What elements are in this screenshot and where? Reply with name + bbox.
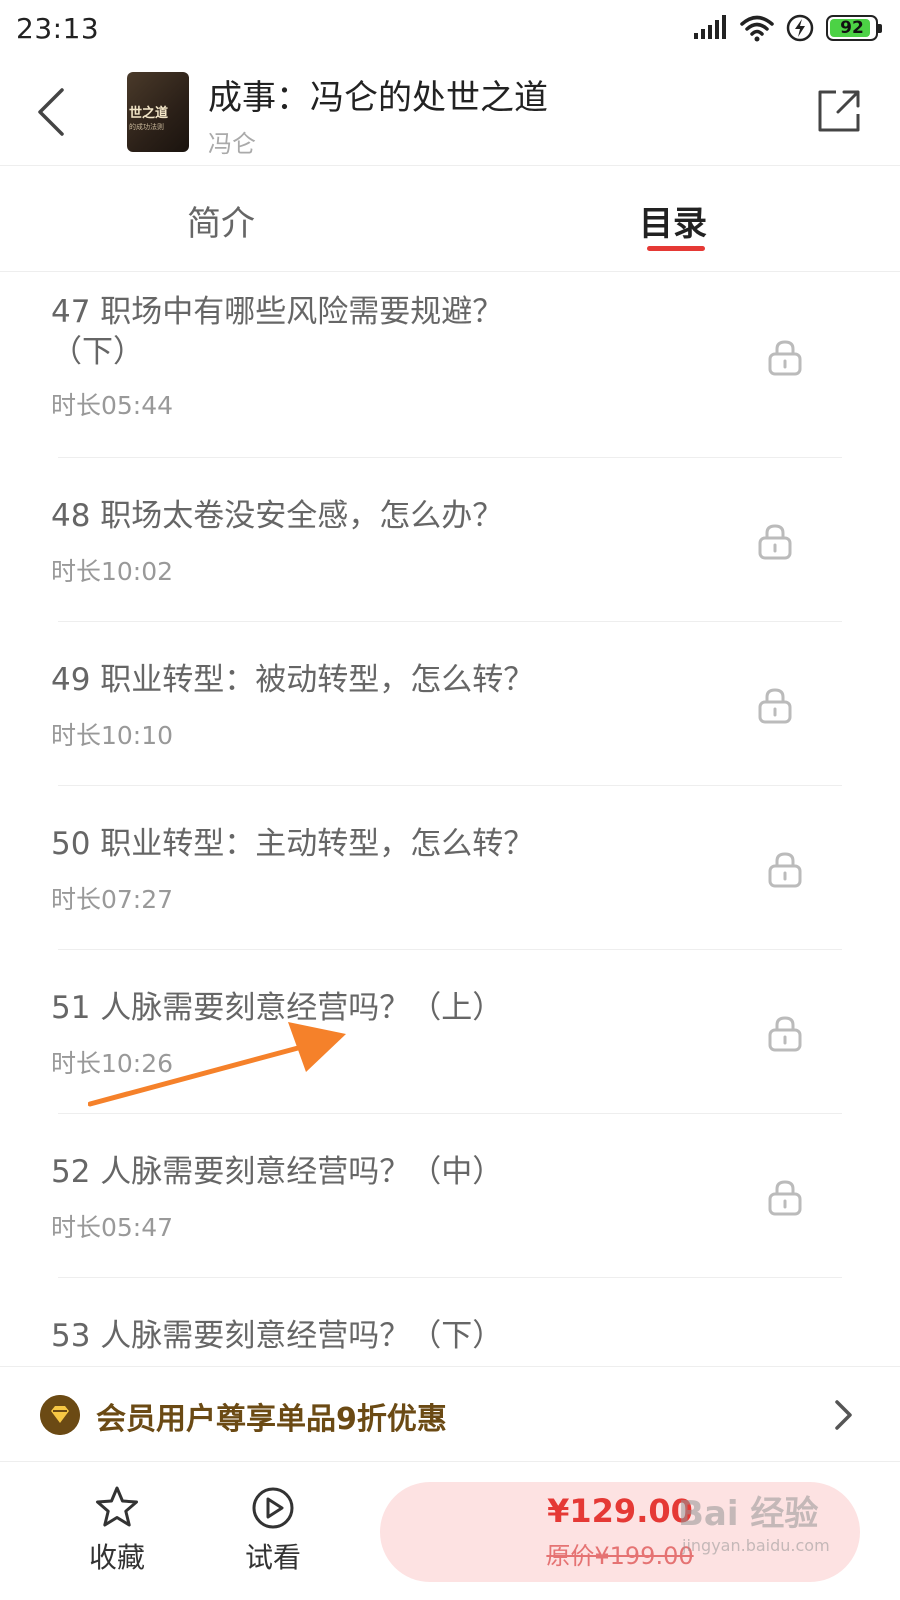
signal-icon: [694, 15, 726, 39]
chapter-item[interactable]: 50 职业转型：主动转型，怎么转？ 时长07:27: [0, 786, 900, 950]
book-author[interactable]: 冯仑: [208, 124, 256, 159]
chapter-title: 52 人脉需要刻意经营吗？（中）: [51, 1154, 504, 1190]
chapter-item[interactable]: 49 职业转型：被动转型，怎么转？ 时长10:10: [0, 622, 900, 786]
chapter-duration: 时长05:47: [51, 1213, 174, 1242]
favorite-button[interactable]: 收藏: [72, 1484, 162, 1584]
chevron-left-icon: [38, 88, 64, 136]
cover-text: 世之道: [129, 106, 169, 121]
lock-icon: [768, 1180, 802, 1216]
lock-icon: [768, 852, 802, 888]
chapter-duration: 时长10:02: [51, 557, 174, 586]
share-icon: [818, 90, 860, 132]
chapter-item[interactable]: 47 职场中有哪些风险需要规避？（下） 时长05:44: [0, 272, 900, 458]
chapter-item[interactable]: 52 人脉需要刻意经营吗？（中） 时长05:47: [0, 1114, 900, 1278]
status-time: 23:13: [16, 12, 100, 45]
chevron-right-icon: [835, 1400, 852, 1430]
trial-label: 试看: [244, 1541, 301, 1574]
member-discount-banner[interactable]: 会员用户尊享单品9折优惠: [0, 1366, 900, 1462]
book-title: 成事：冯仑的处世之道: [208, 78, 548, 118]
share-button[interactable]: [814, 86, 864, 136]
lock-icon: [768, 340, 802, 376]
chapter-duration: 时长10:26: [51, 1049, 174, 1078]
status-icons: 92: [694, 14, 882, 42]
star-icon: [96, 1486, 138, 1527]
status-bar: 23:13 92: [0, 0, 900, 62]
bottom-action-bar: 收藏 试看 ¥129.00 原价¥199.00: [0, 1462, 900, 1600]
promo-text: 会员用户尊享单品9折优惠: [96, 1402, 447, 1437]
price: ¥129.00: [547, 1492, 693, 1530]
chapter-duration: 时长07:27: [51, 885, 174, 914]
diamond-icon: [40, 1395, 80, 1435]
battery-level: 92: [840, 18, 864, 38]
chapter-item[interactable]: 53 人脉需要刻意经营吗？（下）: [0, 1278, 900, 1366]
chapter-duration: 时长05:44: [51, 391, 174, 420]
chapter-item[interactable]: 48 职场太卷没安全感，怎么办？ 时长10:02: [0, 458, 900, 622]
wifi-icon: [740, 15, 774, 42]
book-header: 世之道 的成功法则 成事：冯仑的处世之道 冯仑: [0, 62, 900, 166]
lock-icon: [768, 1016, 802, 1052]
book-cover[interactable]: 世之道 的成功法则: [127, 72, 189, 152]
chapter-title: 53 人脉需要刻意经营吗？（下）: [51, 1318, 504, 1354]
buy-button[interactable]: ¥129.00 原价¥199.00: [380, 1482, 860, 1582]
chapter-title: 47 职场中有哪些风险需要规避？（下）: [51, 294, 504, 370]
lock-icon: [758, 688, 792, 724]
chapter-item[interactable]: 51 人脉需要刻意经营吗？（上） 时长10:26: [0, 950, 900, 1114]
play-icon: [252, 1487, 294, 1529]
active-tab-indicator: [647, 246, 705, 251]
chapter-title: 48 职场太卷没安全感，怎么办？: [51, 498, 504, 534]
tab-intro[interactable]: 简介: [187, 196, 255, 245]
original-price: 原价¥199.00: [546, 1542, 694, 1570]
chapter-duration: 时长10:10: [51, 721, 174, 750]
chapter-title: 50 职业转型：主动转型，怎么转？: [51, 826, 535, 862]
chapter-list[interactable]: 47 职场中有哪些风险需要规避？（下） 时长05:44 48 职场太卷没安全感，…: [0, 272, 900, 1366]
lock-icon: [758, 524, 792, 560]
tab-bar: 简介 目录: [0, 166, 900, 272]
tab-catalog[interactable]: 目录: [639, 196, 707, 245]
chapter-title: 49 职业转型：被动转型，怎么转？: [51, 662, 535, 698]
favorite-label: 收藏: [88, 1541, 145, 1574]
charging-icon: [786, 14, 814, 42]
chapter-title: 51 人脉需要刻意经营吗？（上）: [51, 990, 504, 1026]
battery-icon: 92: [826, 15, 882, 41]
back-button[interactable]: [30, 84, 74, 144]
cover-subtext: 的成功法则: [129, 123, 164, 131]
trial-button[interactable]: 试看: [228, 1484, 318, 1584]
